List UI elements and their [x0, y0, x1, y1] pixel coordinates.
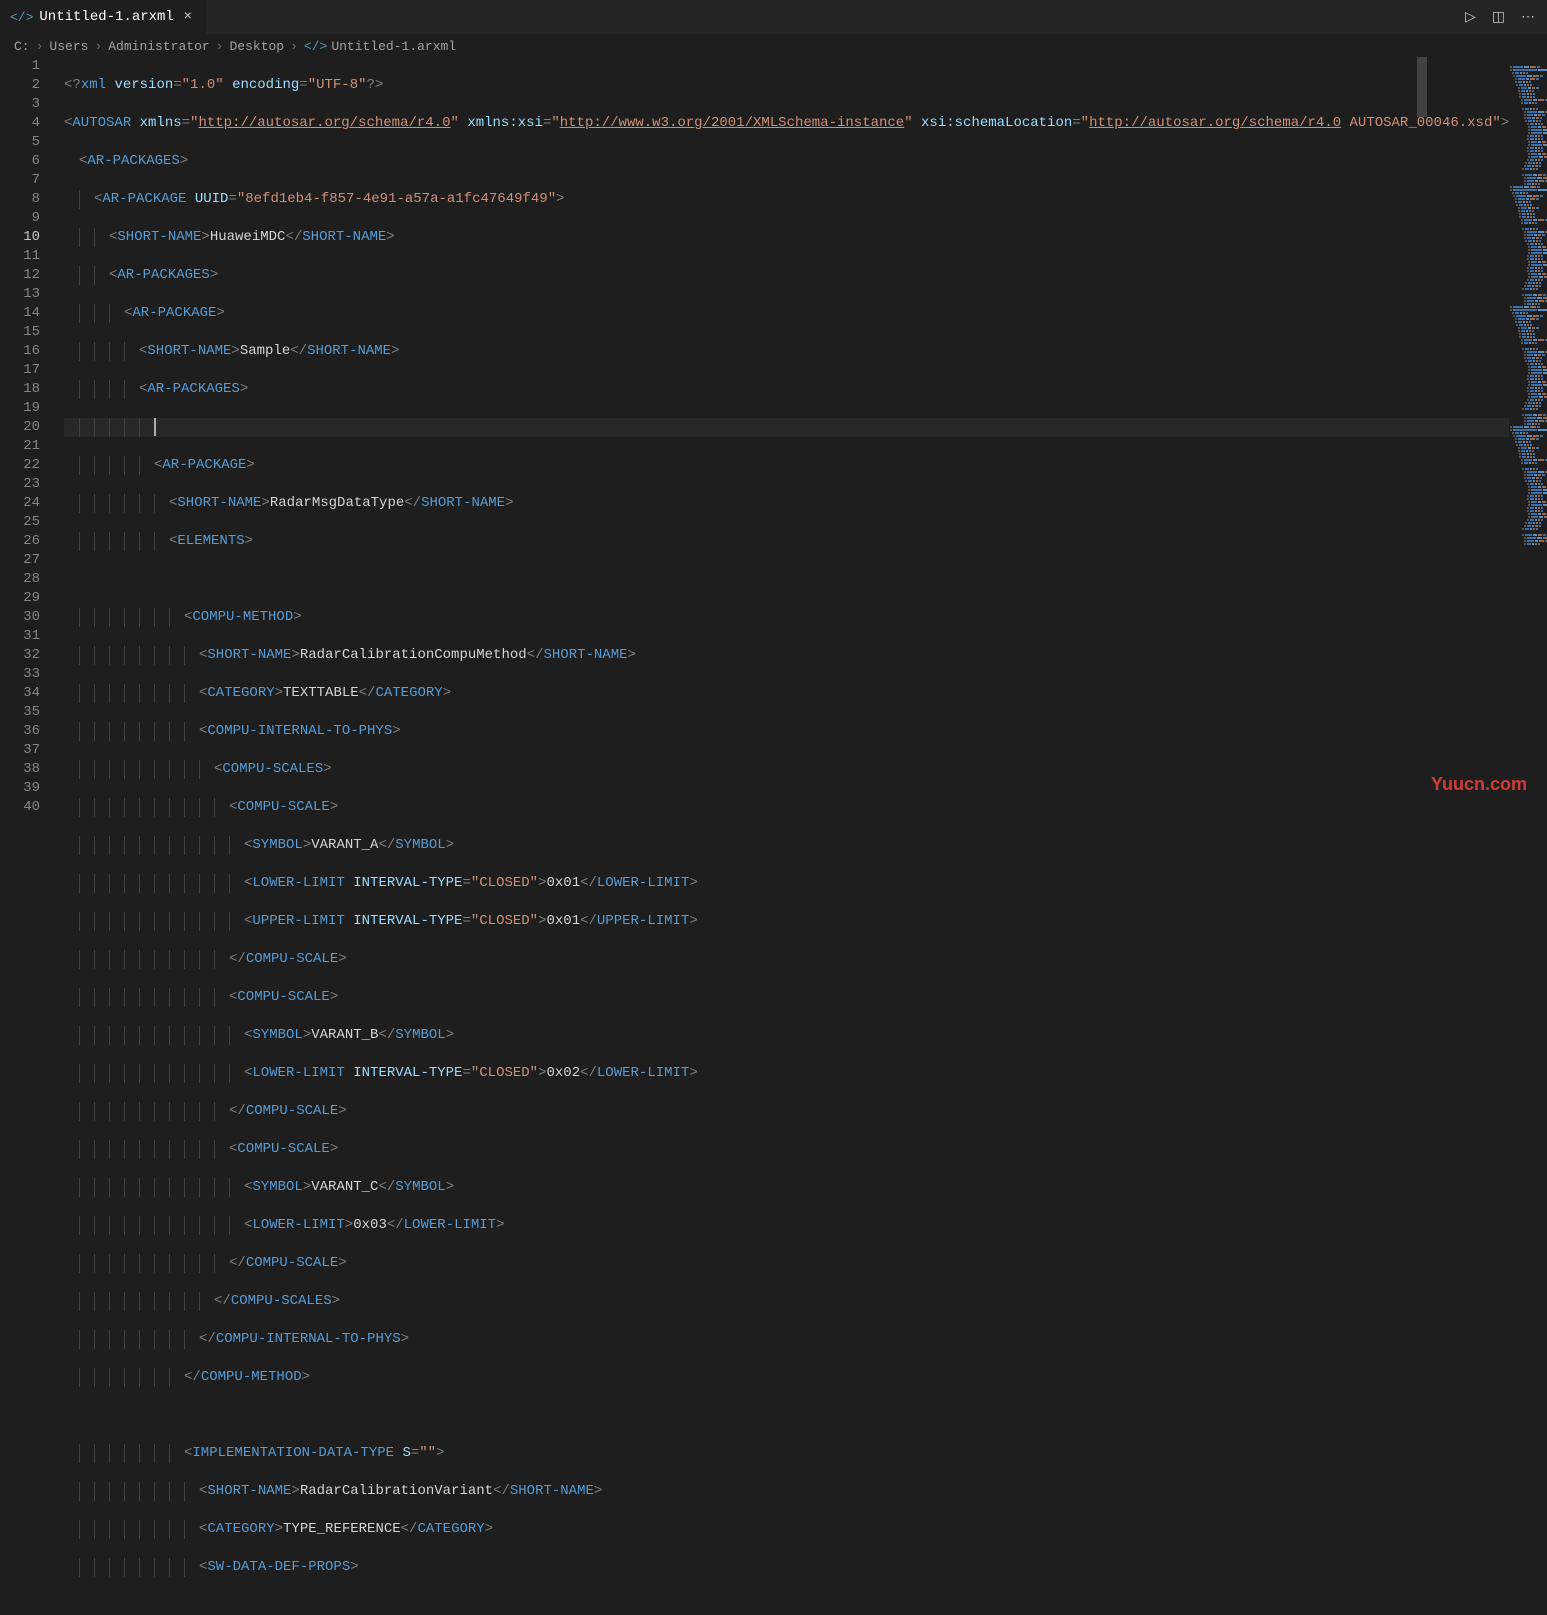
editor-area: 1234567891011121314151617181920212223242…: [0, 57, 1547, 815]
breadcrumb-part[interactable]: Administrator: [108, 39, 209, 54]
watermark: Yuucn.com: [1431, 774, 1527, 795]
chevron-right-icon: ›: [216, 39, 224, 54]
file-xml-icon: </>: [304, 39, 327, 54]
more-icon[interactable]: ⋯: [1521, 9, 1535, 26]
tab-title: Untitled-1.arxml: [39, 9, 173, 25]
scrollbar[interactable]: [1413, 57, 1427, 815]
breadcrumb-part[interactable]: Desktop: [229, 39, 284, 54]
breadcrumb-part[interactable]: Users: [49, 39, 88, 54]
breadcrumb-part[interactable]: C:: [14, 39, 30, 54]
tab-bar: </> Untitled-1.arxml × ▷ ◫ ⋯: [0, 0, 1547, 35]
line-number-gutter: 1234567891011121314151617181920212223242…: [0, 57, 60, 815]
file-xml-icon: </>: [10, 10, 33, 25]
minimap[interactable]: [1509, 57, 1547, 815]
close-icon[interactable]: ×: [180, 9, 196, 25]
run-icon[interactable]: ▷: [1465, 9, 1476, 26]
scroll-thumb[interactable]: [1417, 57, 1427, 117]
text-cursor: [154, 418, 156, 436]
editor-tab[interactable]: </> Untitled-1.arxml ×: [0, 0, 206, 34]
split-editor-icon[interactable]: ◫: [1492, 9, 1505, 26]
editor-actions: ▷ ◫ ⋯: [1465, 9, 1547, 26]
breadcrumb[interactable]: C: › Users › Administrator › Desktop › </> U…: [0, 35, 1547, 57]
chevron-right-icon: ›: [290, 39, 298, 54]
tabs-container: </> Untitled-1.arxml ×: [0, 0, 206, 34]
breadcrumb-file[interactable]: Untitled-1.arxml: [331, 39, 456, 54]
chevron-right-icon: ›: [94, 39, 102, 54]
chevron-right-icon: ›: [36, 39, 44, 54]
code-editor[interactable]: <?xml version="1.0" encoding="UTF-8"?> <…: [60, 57, 1509, 815]
